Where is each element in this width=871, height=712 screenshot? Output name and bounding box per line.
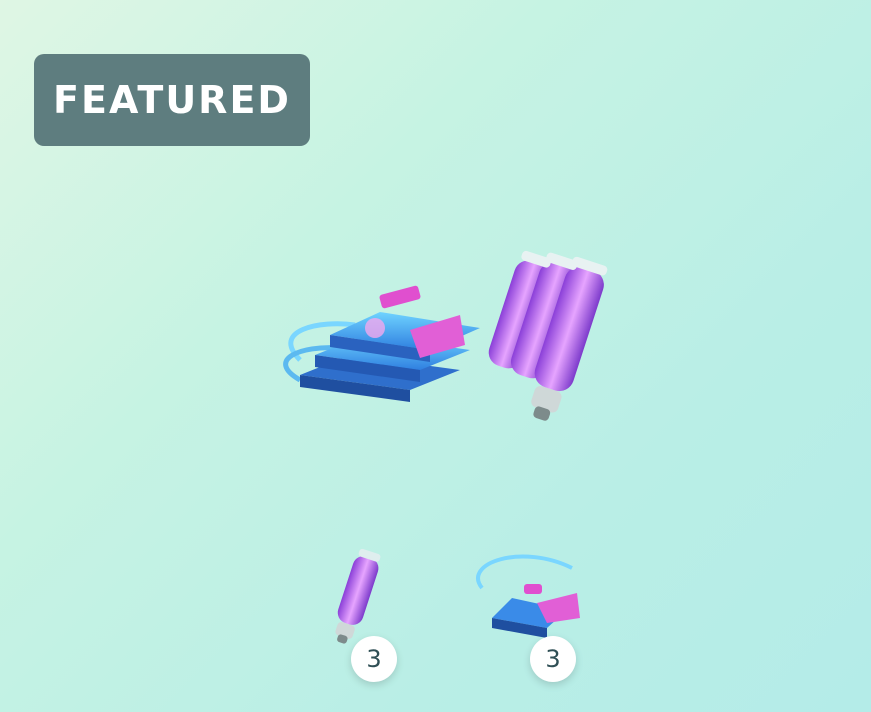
featured-badge: FEATURED (34, 54, 310, 146)
incense-pack-icon[interactable] (462, 548, 592, 648)
incense-bundle-icon[interactable] (260, 250, 620, 450)
item-count-badge: 3 (530, 636, 576, 682)
featured-label: FEATURED (53, 78, 291, 122)
item-count-badge: 3 (351, 636, 397, 682)
